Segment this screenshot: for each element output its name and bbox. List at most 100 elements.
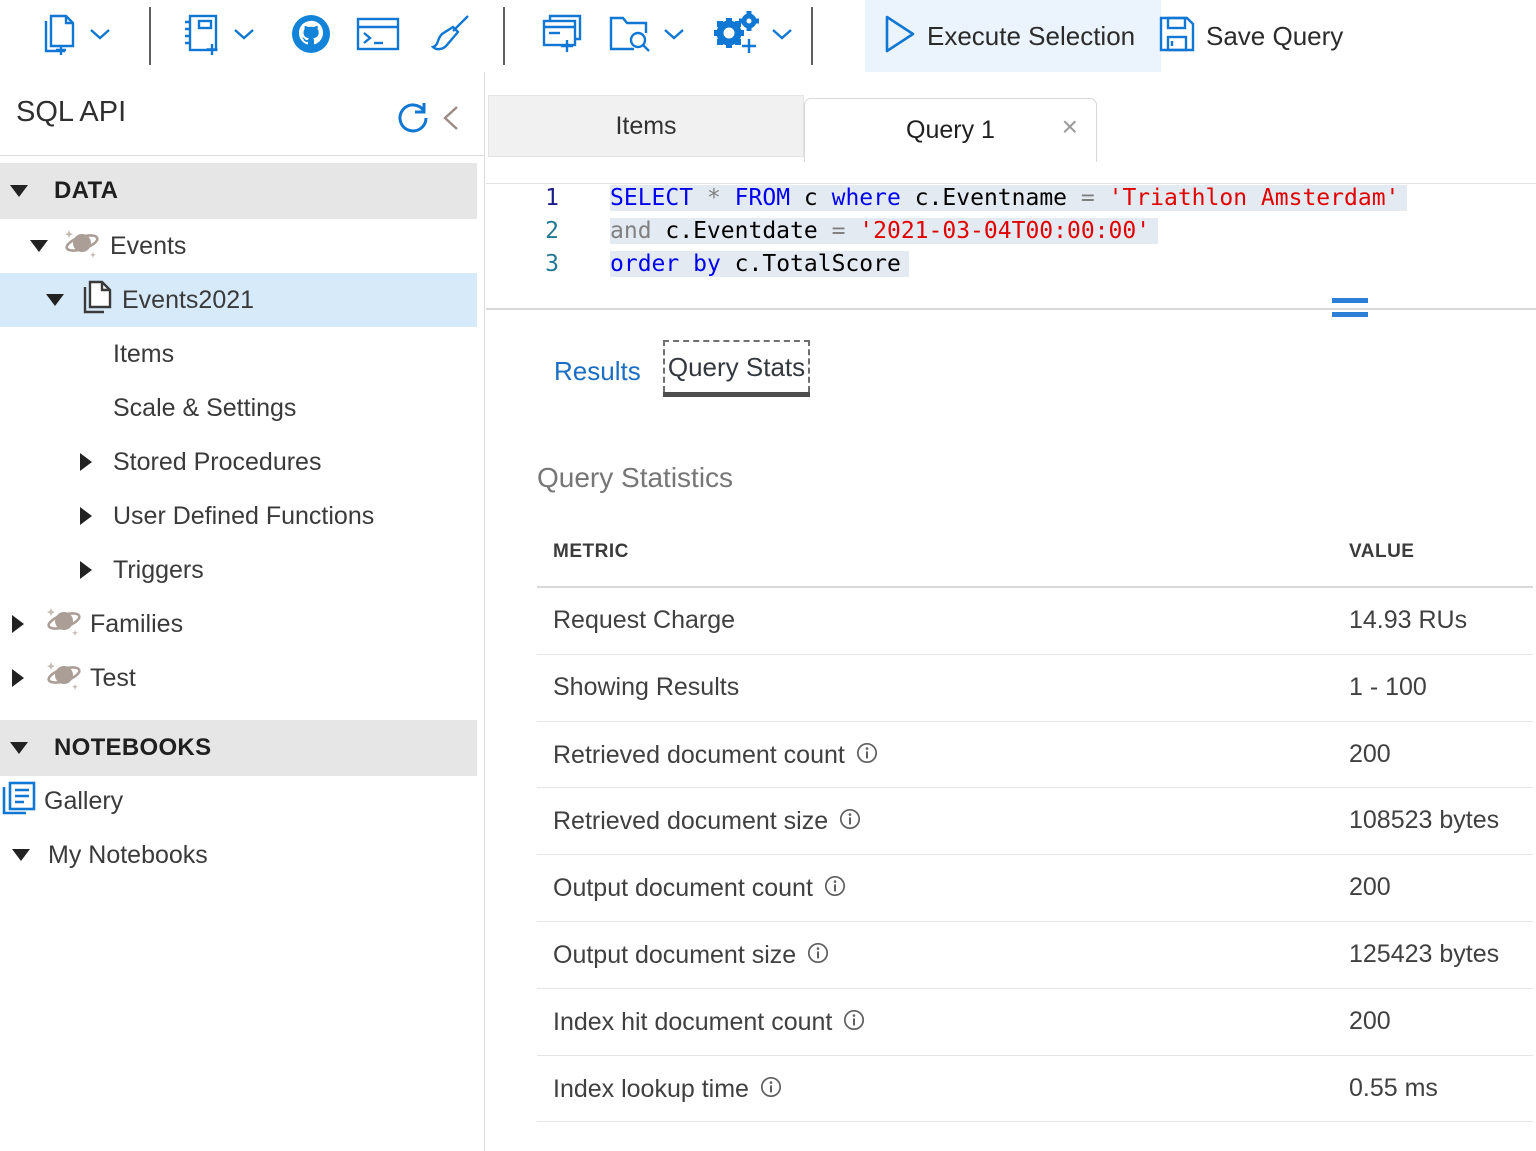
new-item-button[interactable]	[540, 0, 584, 72]
caret-down-icon	[46, 294, 64, 306]
metric-label: Index lookup time	[553, 1074, 782, 1105]
database-planet-icon	[44, 604, 84, 645]
tree-item-user-defined-functions[interactable]: User Defined Functions	[0, 489, 477, 543]
tree-item-stored-procedures[interactable]: Stored Procedures	[0, 435, 477, 489]
tree-item-label: My Notebooks	[48, 841, 208, 870]
divider	[0, 155, 484, 156]
caret-down-icon	[30, 240, 48, 252]
new-document-icon	[38, 12, 78, 61]
collapse-panel-icon[interactable]	[438, 104, 464, 132]
tab-results[interactable]: Results	[552, 350, 643, 393]
query-statistics-title: Query Statistics	[537, 462, 733, 494]
tab-query-1[interactable]: Query 1 ×	[804, 98, 1097, 162]
new-notebook-button[interactable]	[182, 0, 256, 72]
tree-item-events[interactable]: Events	[0, 219, 477, 273]
tree-item-events2021[interactable]: Events2021	[0, 273, 477, 327]
info-icon[interactable]	[807, 942, 829, 971]
active-tab-underline	[663, 392, 810, 397]
tree-item-label: Events	[110, 232, 186, 261]
column-header-metric: METRIC	[553, 541, 629, 563]
folder-search-icon	[608, 13, 652, 60]
code-line[interactable]: 3order by c.TotalScore	[486, 248, 1536, 281]
tree-item-families[interactable]: Families	[0, 597, 477, 651]
code-text: SELECT * FROM c where c.Eventname = 'Tri…	[610, 185, 1407, 211]
metric-value: 14.93 RUs	[1349, 606, 1467, 635]
tree-item-items[interactable]: Items	[0, 327, 477, 381]
code-line[interactable]: 1SELECT * FROM c where c.Eventname = 'Tr…	[486, 182, 1536, 215]
table-row: Output document count200	[537, 855, 1533, 922]
tree-item-label: Test	[90, 664, 136, 693]
table-row: Retrieved document count 200	[537, 722, 1533, 789]
tree-item-triggers[interactable]: Triggers	[0, 543, 477, 597]
code-text: order by c.TotalScore	[610, 251, 909, 277]
open-query-button[interactable]	[608, 0, 686, 72]
metric-value: 200	[1349, 740, 1391, 769]
api-title: SQL API	[16, 96, 126, 129]
metric-label: Output document count	[553, 873, 846, 904]
metric-label: Output document size	[553, 940, 829, 971]
command-bar: Execute Selection Save Query	[0, 0, 1536, 72]
tree-item-label: Triggers	[113, 556, 204, 585]
info-icon[interactable]	[824, 875, 846, 904]
tab-query-stats[interactable]: Query Stats	[663, 340, 810, 392]
tab-items[interactable]: Items	[488, 95, 804, 157]
tree-item-label: User Defined Functions	[113, 502, 374, 531]
tree-item-my-notebooks[interactable]: My Notebooks	[0, 828, 477, 882]
tree-item-test[interactable]: Test	[0, 651, 477, 705]
main-panel: Items Query 1 × 1SELECT * FROM c where c…	[486, 72, 1536, 1151]
table-row: Index hit document count200	[537, 989, 1533, 1056]
stored-procedure-button[interactable]	[712, 0, 794, 72]
query-editor[interactable]: 1SELECT * FROM c where c.Eventname = 'Tr…	[486, 161, 1536, 308]
tab-strip: Items Query 1 ×	[486, 95, 1536, 161]
info-icon[interactable]	[760, 1076, 782, 1105]
tree-item-scale-settings[interactable]: Scale & Settings	[0, 381, 477, 435]
caret-right-icon	[80, 561, 92, 579]
clear-outputs-button[interactable]	[428, 0, 472, 72]
info-icon[interactable]	[856, 742, 878, 771]
info-icon[interactable]	[839, 808, 861, 837]
table-row: Retrieved document size108523 bytes	[537, 788, 1533, 855]
table-row: Output document size125423 bytes	[537, 922, 1533, 989]
database-planet-icon	[62, 226, 102, 267]
gears-icon	[712, 11, 760, 62]
toolbar-divider	[149, 7, 151, 65]
metric-label: Retrieved document count	[553, 740, 878, 771]
line-number: 2	[486, 215, 559, 248]
github-button[interactable]	[290, 0, 332, 72]
table-header-row: METRIC VALUE	[537, 527, 1533, 576]
terminal-button[interactable]	[356, 0, 400, 72]
github-icon	[290, 13, 332, 60]
code-text: and c.Eventdate = '2021-03-04T00:00:00'	[610, 218, 1158, 244]
new-notebook-icon	[182, 12, 222, 61]
terminal-icon	[356, 16, 400, 57]
table-row: Request Charge14.93 RUs	[537, 588, 1533, 655]
tree-item-label: Families	[90, 610, 183, 639]
save-query-button[interactable]: Save Query	[1148, 0, 1353, 72]
caret-right-icon	[12, 615, 24, 633]
caret-right-icon	[12, 669, 24, 687]
metric-label: Showing Results	[553, 673, 739, 702]
tree-item-gallery[interactable]: Gallery	[0, 774, 477, 828]
tree-item-label: Events2021	[122, 286, 254, 315]
new-item-icon	[540, 12, 584, 61]
refresh-button[interactable]	[396, 101, 430, 135]
new-document-button[interactable]	[38, 0, 112, 72]
section-notebooks[interactable]: NOTEBOOKS	[0, 720, 477, 776]
caret-right-icon	[80, 453, 92, 471]
metric-value: 1 - 100	[1349, 673, 1427, 702]
splitter-handle[interactable]	[1332, 296, 1368, 322]
metric-value: 200	[1349, 1007, 1391, 1036]
chevron-down-icon	[662, 27, 686, 46]
resource-tree-panel: SQL API DATA Events Events2021 Items Sca…	[0, 72, 485, 1151]
tree-item-label: Stored Procedures	[113, 448, 321, 477]
table-row: Index lookup time0.55 ms	[537, 1056, 1533, 1123]
execute-selection-button[interactable]: Execute Selection	[865, 0, 1161, 72]
section-data[interactable]: DATA	[0, 163, 477, 219]
metric-label: Retrieved document size	[553, 806, 861, 837]
code-line[interactable]: 2 and c.Eventdate = '2021-03-04T00:00:00'	[486, 215, 1536, 248]
close-icon[interactable]: ×	[1062, 113, 1078, 141]
tab-items-label: Items	[615, 112, 676, 141]
info-icon[interactable]	[843, 1009, 865, 1038]
play-icon	[883, 14, 917, 59]
divider	[486, 308, 1536, 310]
